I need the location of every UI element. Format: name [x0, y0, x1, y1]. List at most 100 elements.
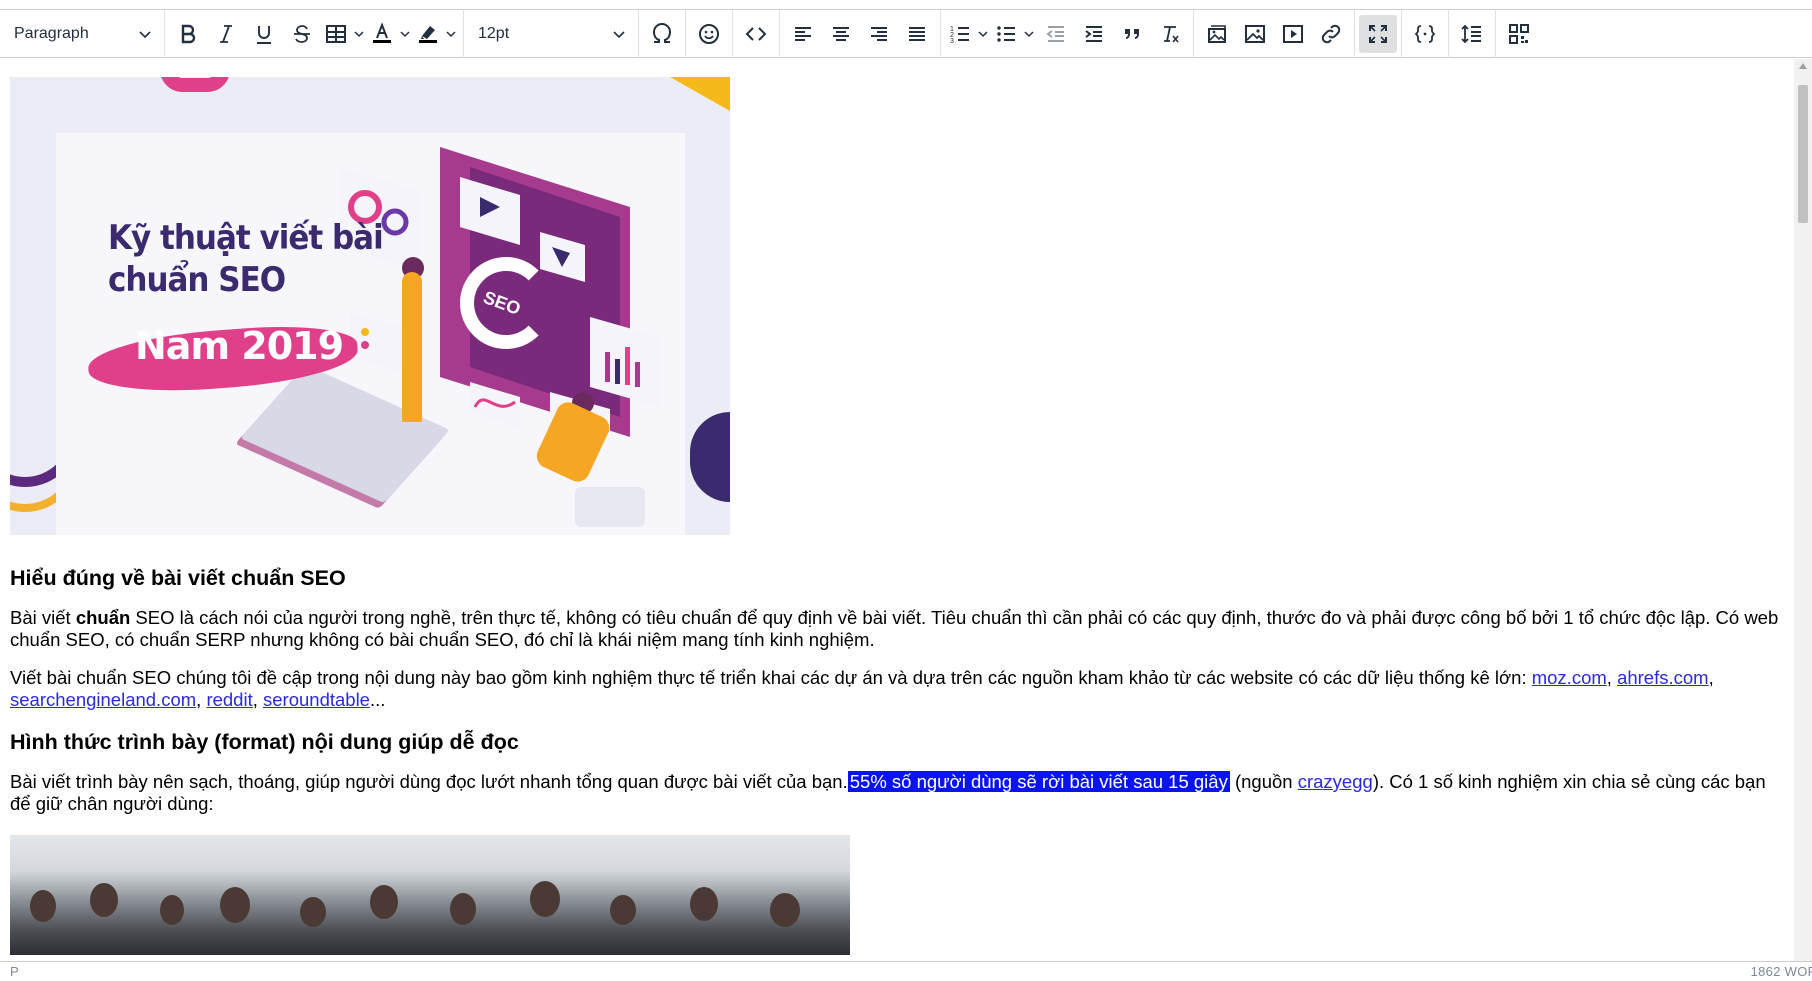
- underline-button[interactable]: [245, 15, 283, 53]
- chevron-down-icon: [978, 30, 988, 37]
- image-icon: [1245, 24, 1265, 43]
- editor-top-edge: [0, 0, 1812, 10]
- special-character-button[interactable]: [643, 15, 681, 53]
- qr-code-button[interactable]: [1500, 15, 1538, 53]
- emoji-button[interactable]: [690, 15, 728, 53]
- highlight-color-button[interactable]: [413, 15, 443, 53]
- omega-icon: [652, 22, 672, 43]
- align-justify-button[interactable]: [898, 15, 936, 53]
- highlighter-icon: [419, 25, 437, 43]
- scrollbar-thumb[interactable]: [1798, 85, 1808, 223]
- hero-title-line2: chuẩn SEO: [108, 260, 286, 300]
- code-sample-button[interactable]: [1406, 15, 1444, 53]
- crowd-figure: [370, 885, 398, 919]
- insert-media-button[interactable]: [1274, 15, 1312, 53]
- link-moz[interactable]: moz.com: [1532, 667, 1607, 688]
- editor-toolbar: Paragraph 12pt 1 2 3: [0, 9, 1812, 58]
- text-color-dropdown-chevron[interactable]: [397, 15, 413, 53]
- insert-image-button[interactable]: [1236, 15, 1274, 53]
- crowd-figure: [160, 895, 184, 925]
- numbered-list-dropdown-chevron[interactable]: [975, 15, 991, 53]
- table-dropdown-chevron[interactable]: [351, 15, 367, 53]
- block-format-select[interactable]: Paragraph: [4, 15, 160, 53]
- underline-icon: [257, 25, 271, 44]
- element-path[interactable]: P: [10, 964, 19, 979]
- source-code-button[interactable]: [737, 15, 775, 53]
- chevron-down-icon: [446, 30, 456, 37]
- crowd-figure: [690, 887, 718, 921]
- link-ahrefs[interactable]: ahrefs.com: [1617, 667, 1709, 688]
- numbered-list-split-button[interactable]: 123: [945, 15, 991, 53]
- insert-link-button[interactable]: [1312, 15, 1350, 53]
- line-height-button[interactable]: [1453, 15, 1491, 53]
- separator-text: ,: [1708, 667, 1714, 688]
- bullet-list-dropdown-chevron[interactable]: [1021, 15, 1037, 53]
- indent-button[interactable]: [1075, 15, 1113, 53]
- text-color-button[interactable]: [367, 15, 397, 53]
- align-left-icon: [795, 26, 811, 41]
- highlight-color-split-button[interactable]: [413, 15, 459, 53]
- seat-graphic: [575, 487, 645, 527]
- table-split-button[interactable]: [321, 15, 367, 53]
- blockquote-button[interactable]: [1113, 15, 1151, 53]
- fullscreen-button[interactable]: [1359, 14, 1397, 53]
- hero-year: Năm 2019: [135, 324, 344, 368]
- svg-text:3: 3: [950, 38, 954, 45]
- paragraph-text: Bài viết trình bày nên sạch, thoáng, giú…: [10, 771, 848, 792]
- chevron-down-icon: [613, 30, 625, 38]
- crowd-photo[interactable]: [10, 835, 850, 955]
- bullet-list-icon: [997, 25, 1015, 42]
- outdent-icon: [1046, 25, 1064, 42]
- bold-text: chuẩn: [75, 607, 131, 628]
- editor-statusbar: P 1862 WORDS: [0, 961, 1812, 981]
- separator-text: ,: [1606, 667, 1618, 688]
- scroll-up-arrow[interactable]: [1799, 63, 1807, 69]
- code-icon: [745, 26, 767, 41]
- italic-icon: [220, 24, 232, 43]
- clear-formatting-button[interactable]: [1151, 15, 1189, 53]
- align-right-icon: [871, 26, 887, 41]
- chevron-down-icon: [1024, 30, 1034, 37]
- toolbar-group-view: [1355, 9, 1402, 58]
- toolbar-group-fontsize: 12pt: [464, 9, 639, 58]
- bullet-list-button[interactable]: [991, 15, 1021, 53]
- chevron-down-icon: [139, 30, 151, 38]
- seo-article-hero-image[interactable]: SEO Kỹ thuật viết bài chuẩn SEO Năm 2019: [10, 77, 730, 535]
- braces-icon: [1414, 24, 1436, 43]
- italic-button[interactable]: [207, 15, 245, 53]
- outdent-button[interactable]: [1037, 15, 1075, 53]
- bullet-list-split-button[interactable]: [991, 15, 1037, 53]
- link-searchengineland[interactable]: searchengineland.com: [10, 689, 196, 710]
- line-height-icon: [1461, 24, 1481, 43]
- fullscreen-icon: [1369, 24, 1387, 43]
- toolbar-group-align: [780, 9, 941, 58]
- editor-content-area[interactable]: SEO Kỹ thuật viết bài chuẩn SEO Năm 2019…: [0, 59, 1794, 961]
- insert-gallery-button[interactable]: [1198, 15, 1236, 53]
- link-seroundtable[interactable]: seroundtable: [263, 689, 370, 710]
- block-format-value: Paragraph: [14, 24, 89, 42]
- word-count[interactable]: 1862 WORDS: [1751, 964, 1812, 979]
- toolbar-group-lists: 123: [941, 9, 1194, 58]
- clear-format-icon: [1164, 25, 1179, 43]
- selected-text[interactable]: 55% số người dùng sẽ rời bài viết sau 15…: [847, 771, 1230, 792]
- qr-code-icon: [1509, 23, 1529, 44]
- text-color-split-button[interactable]: [367, 15, 413, 53]
- link-reddit[interactable]: reddit: [206, 689, 252, 710]
- bold-icon: [181, 24, 196, 43]
- person-figure: [402, 272, 422, 422]
- font-size-select[interactable]: 12pt: [468, 15, 634, 53]
- strikethrough-icon: [294, 24, 310, 43]
- align-left-button[interactable]: [784, 15, 822, 53]
- chevron-down-icon: [354, 30, 364, 37]
- link-crazyegg[interactable]: crazyegg: [1298, 771, 1373, 792]
- align-right-button[interactable]: [860, 15, 898, 53]
- bold-button[interactable]: [169, 15, 207, 53]
- crowd-figure: [30, 890, 56, 922]
- strikethrough-button[interactable]: [283, 15, 321, 53]
- highlight-color-dropdown-chevron[interactable]: [443, 15, 459, 53]
- table-button[interactable]: [321, 15, 351, 53]
- vertical-scrollbar[interactable]: [1794, 59, 1812, 961]
- toolbar-group-styles: [165, 9, 464, 58]
- numbered-list-button[interactable]: 123: [945, 15, 975, 53]
- align-center-button[interactable]: [822, 15, 860, 53]
